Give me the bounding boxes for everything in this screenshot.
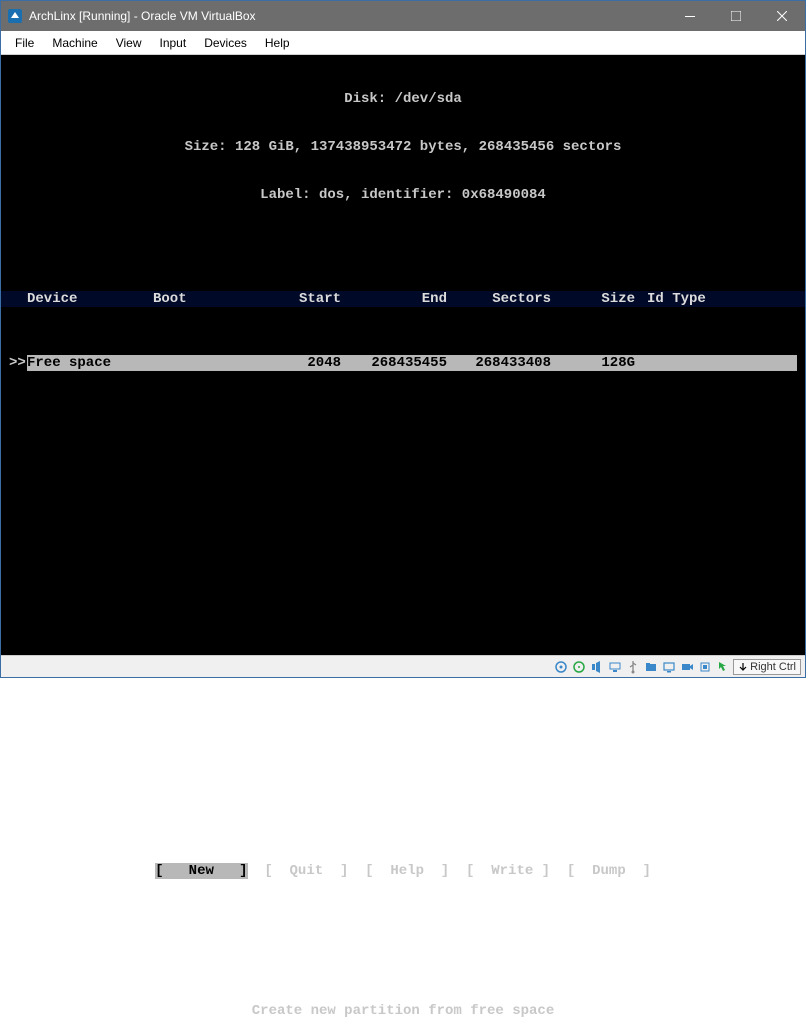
action-buttons-row: [ New ] [ Quit ] [ Help ] [ Write ] [ Du…: [1, 863, 805, 879]
row-marker: >>: [9, 355, 27, 371]
new-button[interactable]: [ New ]: [155, 863, 247, 879]
cpu-icon[interactable]: [697, 659, 713, 675]
table-header-row: Device Boot Start End Sectors Size Id Ty…: [1, 291, 805, 307]
menu-help[interactable]: Help: [257, 33, 298, 53]
col-header-boot: Boot: [153, 291, 253, 307]
mouse-integration-icon[interactable]: [715, 659, 731, 675]
window-title: ArchLinx [Running] - Oracle VM VirtualBo…: [29, 9, 667, 23]
menubar: File Machine View Input Devices Help: [1, 31, 805, 55]
dump-button[interactable]: [ Dump ]: [567, 863, 651, 879]
col-header-idtype: Id Type: [647, 291, 797, 307]
disk-label: Label: dos, identifier: 0x68490084: [1, 187, 805, 203]
help-button[interactable]: [ Help ]: [365, 863, 449, 879]
cell-device: Free space: [27, 355, 153, 371]
app-icon: [7, 8, 23, 24]
write-button[interactable]: [ Write ]: [466, 863, 550, 879]
col-header-device: Device: [27, 291, 153, 307]
cell-size: 128G: [563, 355, 647, 371]
cell-end: 268435455: [353, 355, 459, 371]
host-key-indicator[interactable]: Right Ctrl: [733, 659, 801, 675]
menu-input[interactable]: Input: [152, 33, 195, 53]
display-icon[interactable]: [661, 659, 677, 675]
terminal[interactable]: Disk: /dev/sda Size: 128 GiB, 1374389534…: [1, 55, 805, 655]
window-titlebar: ArchLinx [Running] - Oracle VM VirtualBo…: [1, 1, 805, 31]
col-header-end: End: [353, 291, 459, 307]
optical-disk-icon[interactable]: [571, 659, 587, 675]
disk-size: Size: 128 GiB, 137438953472 bytes, 26843…: [1, 139, 805, 155]
col-header-start: Start: [253, 291, 353, 307]
maximize-button[interactable]: [713, 1, 759, 31]
cell-start: 2048: [253, 355, 353, 371]
host-key-label: Right Ctrl: [750, 661, 796, 673]
quit-button[interactable]: [ Quit ]: [264, 863, 348, 879]
network-icon[interactable]: [607, 659, 623, 675]
audio-icon[interactable]: [589, 659, 605, 675]
cell-sectors: 268433408: [459, 355, 563, 371]
table-row-selected[interactable]: >> Free space 2048 268435455 268433408 1…: [1, 355, 805, 371]
vm-statusbar: Right Ctrl: [1, 655, 805, 677]
arrow-down-icon: [738, 662, 748, 672]
menu-view[interactable]: View: [108, 33, 150, 53]
col-header-size: Size: [563, 291, 647, 307]
cell-idtype: [647, 355, 797, 371]
recording-icon[interactable]: [679, 659, 695, 675]
shared-folder-icon[interactable]: [643, 659, 659, 675]
col-header-sectors: Sectors: [459, 291, 563, 307]
cell-boot: [153, 355, 253, 371]
disk-header: Disk: /dev/sda: [1, 91, 805, 107]
usb-icon[interactable]: [625, 659, 641, 675]
close-button[interactable]: [759, 1, 805, 31]
hard-disk-icon[interactable]: [553, 659, 569, 675]
menu-devices[interactable]: Devices: [196, 33, 255, 53]
menu-machine[interactable]: Machine: [44, 33, 105, 53]
menu-file[interactable]: File: [7, 33, 42, 53]
minimize-button[interactable]: [667, 1, 713, 31]
hint-text: Create new partition from free space: [1, 1003, 805, 1019]
